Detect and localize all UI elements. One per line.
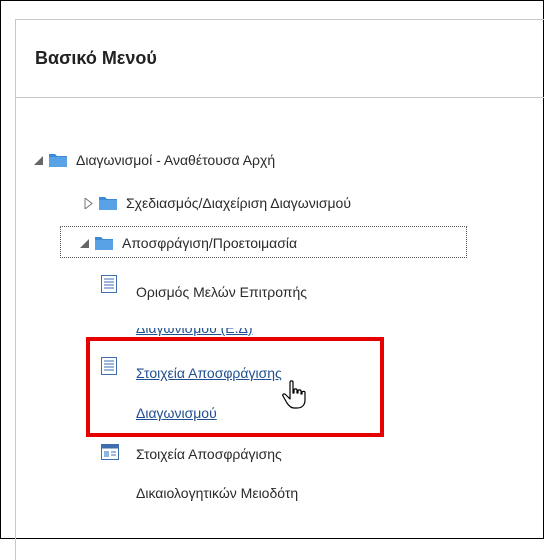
highlight-box — [86, 337, 384, 437]
supporting-docs-item-line1[interactable]: Στοιχεία Αποσφράγισης — [136, 446, 282, 462]
document-icon — [101, 275, 117, 293]
menu-title: Βασικό Μενού — [35, 48, 157, 68]
tree-node-label: Σχεδιασμός/Διαχείριση Διαγωνισμού — [126, 195, 351, 211]
tree-node-planning[interactable]: Σχεδιασμός/Διαχείριση Διαγωνισμού — [82, 193, 351, 213]
expand-triangle-icon[interactable] — [82, 197, 94, 209]
folder-icon — [98, 195, 118, 211]
folder-icon — [94, 235, 114, 251]
title-divider — [16, 97, 544, 98]
collapse-triangle-icon[interactable] — [32, 154, 44, 166]
tree-node-unsealing[interactable]: Αποσφράγιση/Προετοιμασία — [78, 233, 297, 253]
tree-node-root[interactable]: Διαγωνισμοί - Αναθέτουσα Αρχή — [32, 150, 275, 170]
folder-icon — [48, 152, 68, 168]
tree-node-label: Διαγωνισμοί - Αναθέτουσα Αρχή — [76, 152, 276, 168]
supporting-docs-item-line2[interactable]: Δικαιολογητικών Μειοδότη — [136, 485, 298, 501]
form-icon — [101, 444, 119, 460]
tree-node-label: Αποσφράγιση/Προετοιμασία — [122, 235, 298, 251]
hand-pointer-icon — [282, 380, 310, 415]
collapse-triangle-icon[interactable] — [78, 237, 90, 249]
committee-item-line1[interactable]: Ορισμός Μελών Επιτροπής — [136, 284, 307, 300]
